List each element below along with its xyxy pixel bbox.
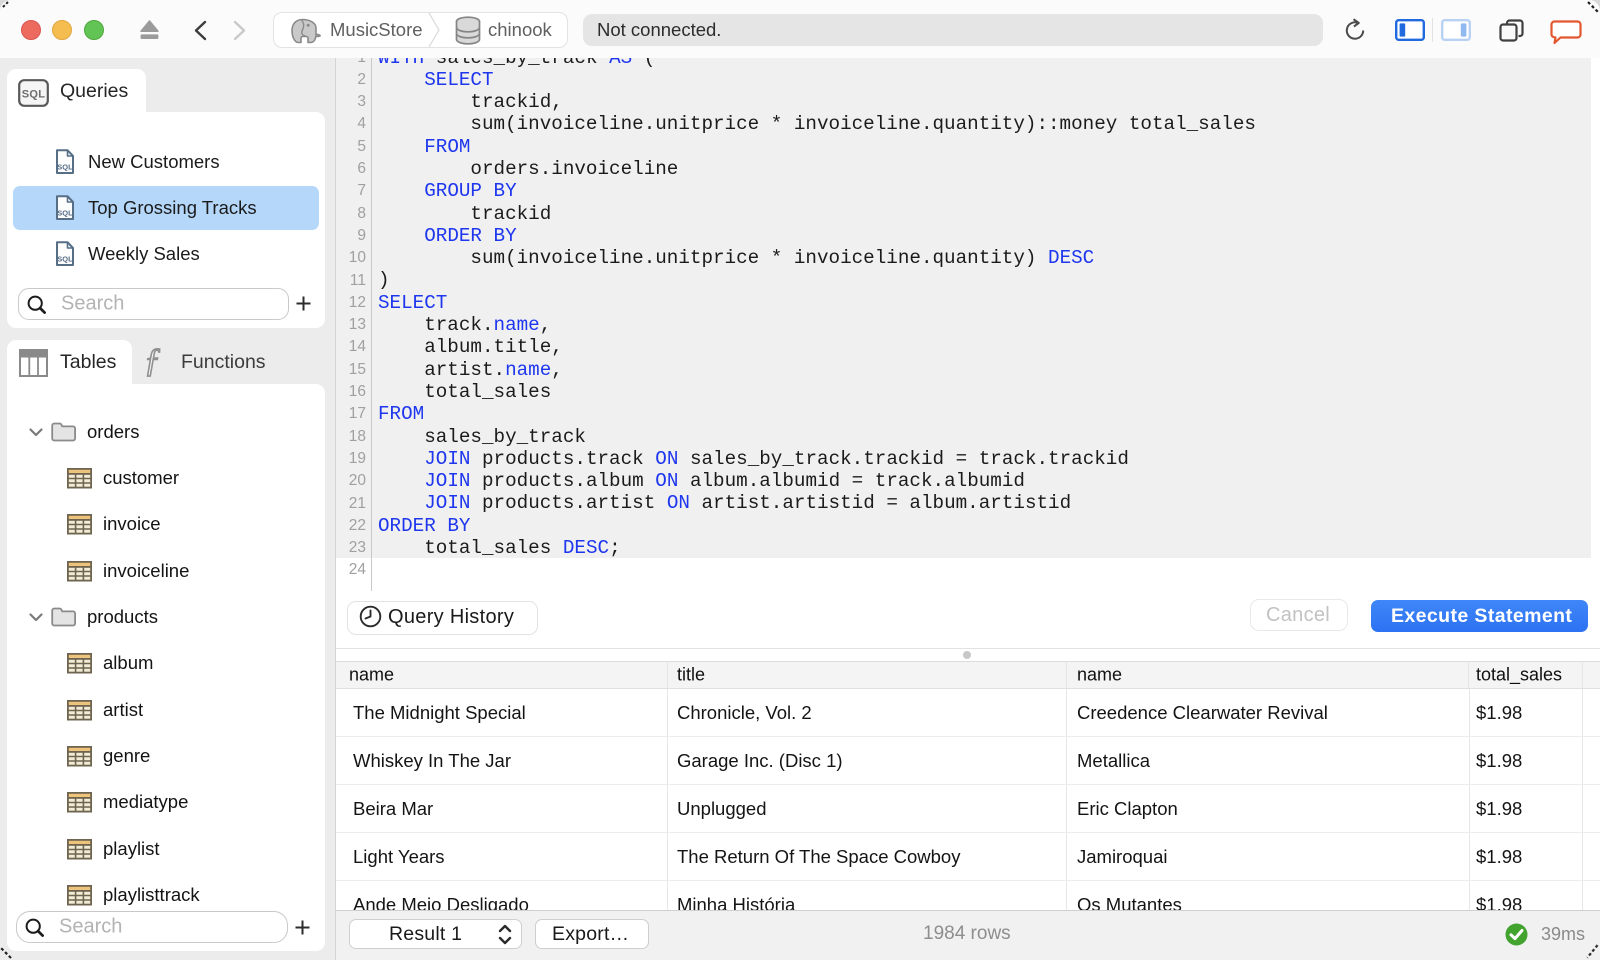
svg-text:SQL: SQL [22,89,46,101]
